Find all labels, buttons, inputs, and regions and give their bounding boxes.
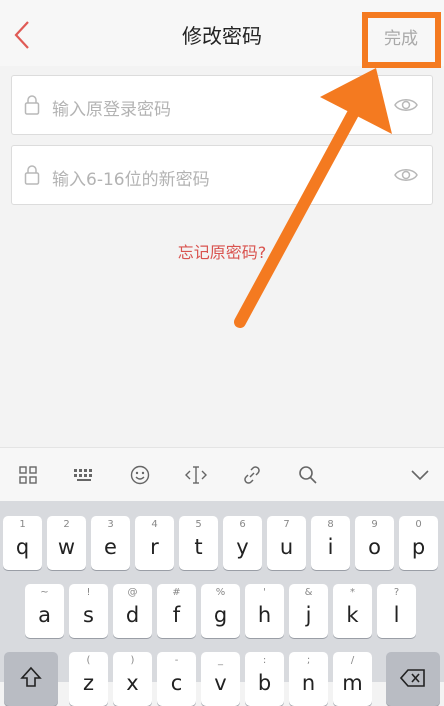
old-password-field[interactable]: 输入原登录密码 [11,75,433,135]
key-label: n [301,671,316,695]
key-s[interactable]: ! s [69,584,108,638]
key-label: c [170,671,183,695]
key-label: v [214,671,227,695]
backspace-key[interactable] [386,652,440,706]
key-label: m [342,671,363,695]
forgot-password-link[interactable]: 忘记原密码? [0,239,444,263]
key-hint: : [262,655,267,666]
key-label: b [257,671,272,695]
lock-icon [24,165,40,185]
key-hint: ; [306,655,311,666]
key-hint: @ [127,587,138,598]
key-label: d [125,603,140,627]
key-label: l [393,603,400,627]
key-d[interactable]: @ d [113,584,152,638]
key-label: y [236,535,249,559]
key-v[interactable]: _ v [201,652,240,706]
chevron-down-icon[interactable] [402,458,438,492]
eye-icon[interactable] [394,164,418,186]
key-label: p [411,535,426,559]
key-label: u [279,535,294,559]
key-label: h [257,603,272,627]
key-n[interactable]: ; n [289,652,328,706]
key-u[interactable]: 7u [267,516,306,570]
key-g[interactable]: % g [201,584,240,638]
key-x[interactable]: ) x [113,652,152,706]
key-y[interactable]: 6y [223,516,262,570]
key-hint: # [172,587,181,598]
key-o[interactable]: 9o [355,516,394,570]
keyboard-icon[interactable] [66,458,102,492]
key-hint: ' [263,587,266,598]
key-hint: 0 [415,519,422,530]
key-p[interactable]: 0p [399,516,438,570]
soft-keyboard: 1q2w3e4r5t6y7u8i9o0p ~ a! s @ d # f% g ' h & j * k? l … [0,501,444,706]
key-hint: 1 [19,519,26,530]
key-hint: 8 [327,519,334,530]
key-label: q [15,535,30,559]
keyboard-toolbar [0,447,444,501]
key-z[interactable]: (z [69,652,108,706]
grid-icon[interactable] [10,458,46,492]
key-label: r [150,535,159,559]
key-hint: 4 [151,519,158,530]
key-hint: & [304,587,313,598]
lock-icon [24,95,40,115]
key-hint: % [215,587,226,598]
search-icon[interactable] [290,458,326,492]
key-w[interactable]: 2w [47,516,86,570]
key-label: t [194,535,203,559]
new-password-placeholder: 输入6-16位的新密码 [52,170,210,190]
key-label: a [38,603,51,627]
key-hint: * [350,587,355,598]
key-hint: 6 [239,519,246,530]
key-label: j [305,603,312,627]
key-r[interactable]: 4r [135,516,174,570]
new-password-field[interactable]: 输入6-16位的新密码 [11,145,433,205]
annotation-highlight-box [362,12,441,68]
key-t[interactable]: 5t [179,516,218,570]
key-label: g [213,603,228,627]
key-hint: ) [130,655,135,666]
link-icon[interactable] [234,458,270,492]
key-hint: - [174,655,179,666]
key-i[interactable]: 8i [311,516,350,570]
key-hint: _ [218,655,223,666]
key-l[interactable]: ? l [377,584,416,638]
key-hint: ~ [40,587,49,598]
key-hint: 2 [63,519,70,530]
key-hint: / [350,655,355,666]
key-hint: ! [86,587,91,598]
key-label: x [126,671,139,695]
key-f[interactable]: # f [157,584,196,638]
key-hint: ? [393,587,400,598]
key-j[interactable]: & j [289,584,328,638]
key-hint: 9 [371,519,378,530]
key-hint: 3 [107,519,114,530]
key-label: k [346,603,359,627]
key-label: e [104,535,117,559]
shift-key[interactable] [4,652,58,706]
key-hint: 7 [283,519,290,530]
key-h[interactable]: ' h [245,584,284,638]
key-e[interactable]: 3e [91,516,130,570]
key-label: z [82,671,95,695]
key-label: o [368,535,381,559]
key-label: w [57,535,76,559]
key-m[interactable]: / m [333,652,372,706]
key-b[interactable]: :b [245,652,284,706]
emoji-icon[interactable] [122,458,158,492]
key-label: s [83,603,94,627]
key-hint: 5 [195,519,202,530]
old-password-placeholder: 输入原登录密码 [52,100,171,120]
key-c[interactable]: -c [157,652,196,706]
eye-icon[interactable] [394,94,418,116]
key-a[interactable]: ~ a [25,584,64,638]
key-k[interactable]: * k [333,584,372,638]
key-q[interactable]: 1q [3,516,42,570]
key-hint: ( [86,655,91,666]
key-label: f [172,603,181,627]
cursor-icon[interactable] [178,458,214,492]
key-label: i [327,535,334,559]
